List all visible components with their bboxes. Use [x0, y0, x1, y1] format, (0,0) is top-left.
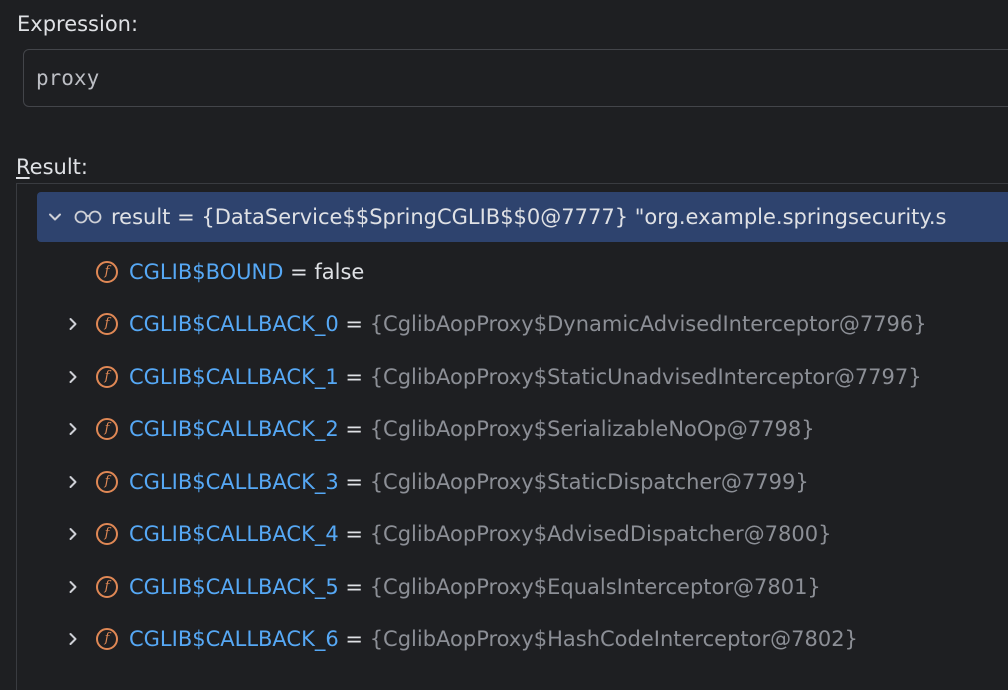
field-value: false [314, 260, 365, 284]
tree-row[interactable]: f CGLIB$CALLBACK_4 = {CglibAopProxy$Advis… [17, 508, 1008, 560]
field-entry: CGLIB$CALLBACK_5 = {CglibAopProxy$Equals… [129, 561, 821, 613]
watch-glasses-icon [73, 206, 103, 226]
result-tree[interactable]: result = {DataService$$SpringCGLIB$$0@77… [16, 183, 1008, 690]
field-icon: f [96, 313, 118, 335]
equals-sign: = [338, 575, 370, 599]
field-entry: CGLIB$CALLBACK_2 = {CglibAopProxy$Serial… [129, 403, 815, 455]
field-name: CGLIB$CALLBACK_2 [129, 417, 339, 441]
field-icon-letter: f [104, 526, 110, 541]
field-icon-letter: f [104, 474, 110, 489]
result-label-rest: esult: [29, 155, 88, 179]
field-entry: CGLIB$CALLBACK_3 = {CglibAopProxy$Static… [129, 456, 809, 508]
field-icon-letter: f [104, 264, 110, 279]
field-icon: f [96, 261, 118, 283]
field-icon-letter: f [104, 631, 110, 646]
field-value: {CglibAopProxy$StaticDispatcher@7799} [369, 470, 809, 494]
chevron-right-icon[interactable] [63, 524, 83, 544]
field-icon-letter: f [104, 421, 110, 436]
field-value: {CglibAopProxy$HashCodeInterceptor@7802} [369, 627, 858, 651]
field-icon: f [96, 418, 118, 440]
expression-label: Expression: [17, 12, 139, 36]
equals-sign: = [338, 627, 370, 651]
equals-sign: = [338, 470, 370, 494]
field-value: {CglibAopProxy$EqualsInterceptor@7801} [369, 575, 821, 599]
field-value: {CglibAopProxy$SerializableNoOp@7798} [369, 417, 815, 441]
field-name: CGLIB$CALLBACK_5 [129, 575, 339, 599]
field-icon: f [96, 471, 118, 493]
chevron-right-icon[interactable] [63, 472, 83, 492]
field-icon: f [96, 628, 118, 650]
field-entry: CGLIB$CALLBACK_6 = {CglibAopProxy$HashCo… [129, 613, 858, 665]
equals-sign: = [338, 417, 370, 441]
tree-row[interactable]: f CGLIB$CALLBACK_5 = {CglibAopProxy$Equal… [17, 561, 1008, 613]
field-icon: f [96, 523, 118, 545]
field-entry: CGLIB$CALLBACK_4 = {CglibAopProxy$Advise… [129, 508, 831, 560]
equals-sign: = [338, 365, 370, 389]
tree-row[interactable]: f CGLIB$CALLBACK_2 = {CglibAopProxy$Seria… [17, 403, 1008, 455]
chevron-right-icon[interactable] [63, 367, 83, 387]
field-icon-letter: f [104, 369, 110, 384]
tree-row-root[interactable]: result = {DataService$$SpringCGLIB$$0@77… [37, 192, 1008, 242]
field-entry: CGLIB$BOUND = false [129, 246, 364, 298]
result-label: Result: [16, 155, 88, 179]
tree-row[interactable]: f CGLIB$CALLBACK_0 = {CglibAopProxy$Dynam… [17, 298, 1008, 350]
field-icon-letter: f [104, 316, 110, 331]
evaluate-expression-dialog: Expression: proxy Result: result = {Data… [0, 0, 1008, 690]
equals-sign: = [283, 260, 315, 284]
field-name: CGLIB$CALLBACK_3 [129, 470, 339, 494]
field-name: CGLIB$BOUND [129, 260, 284, 284]
field-value: {CglibAopProxy$DynamicAdvisedInterceptor… [369, 312, 927, 336]
field-name: CGLIB$CALLBACK_1 [129, 365, 339, 389]
tree-row[interactable]: f CGLIB$CALLBACK_3 = {CglibAopProxy$Stati… [17, 456, 1008, 508]
field-value: {CglibAopProxy$StaticUnadvisedIntercepto… [369, 365, 922, 389]
field-name: CGLIB$CALLBACK_0 [129, 312, 339, 336]
chevron-right-icon[interactable] [63, 419, 83, 439]
expression-value: proxy [36, 66, 100, 90]
root-value-text: result = {DataService$$SpringCGLIB$$0@77… [111, 205, 947, 229]
chevron-right-icon[interactable] [63, 629, 83, 649]
equals-sign: = [338, 522, 370, 546]
tree-row[interactable]: f CGLIB$CALLBACK_6 = {CglibAopProxy$HashC… [17, 613, 1008, 665]
field-icon-letter: f [104, 579, 110, 594]
result-label-mnemonic: R [16, 155, 30, 179]
chevron-right-icon[interactable] [63, 314, 83, 334]
tree-row[interactable]: f CGLIB$CALLBACK_1 = {CglibAopProxy$Stati… [17, 351, 1008, 403]
field-entry: CGLIB$CALLBACK_1 = {CglibAopProxy$Static… [129, 351, 922, 403]
chevron-right-icon[interactable] [63, 577, 83, 597]
field-value: {CglibAopProxy$AdvisedDispatcher@7800} [369, 522, 832, 546]
expression-input[interactable]: proxy [23, 49, 1008, 107]
field-entry: CGLIB$CALLBACK_0 = {CglibAopProxy$Dynami… [129, 298, 927, 350]
field-icon: f [96, 366, 118, 388]
tree-row[interactable]: f CGLIB$BOUND = false [17, 246, 1008, 298]
field-name: CGLIB$CALLBACK_6 [129, 627, 339, 651]
chevron-down-icon[interactable] [45, 207, 65, 227]
field-icon: f [96, 576, 118, 598]
equals-sign: = [338, 312, 370, 336]
field-name: CGLIB$CALLBACK_4 [129, 522, 339, 546]
